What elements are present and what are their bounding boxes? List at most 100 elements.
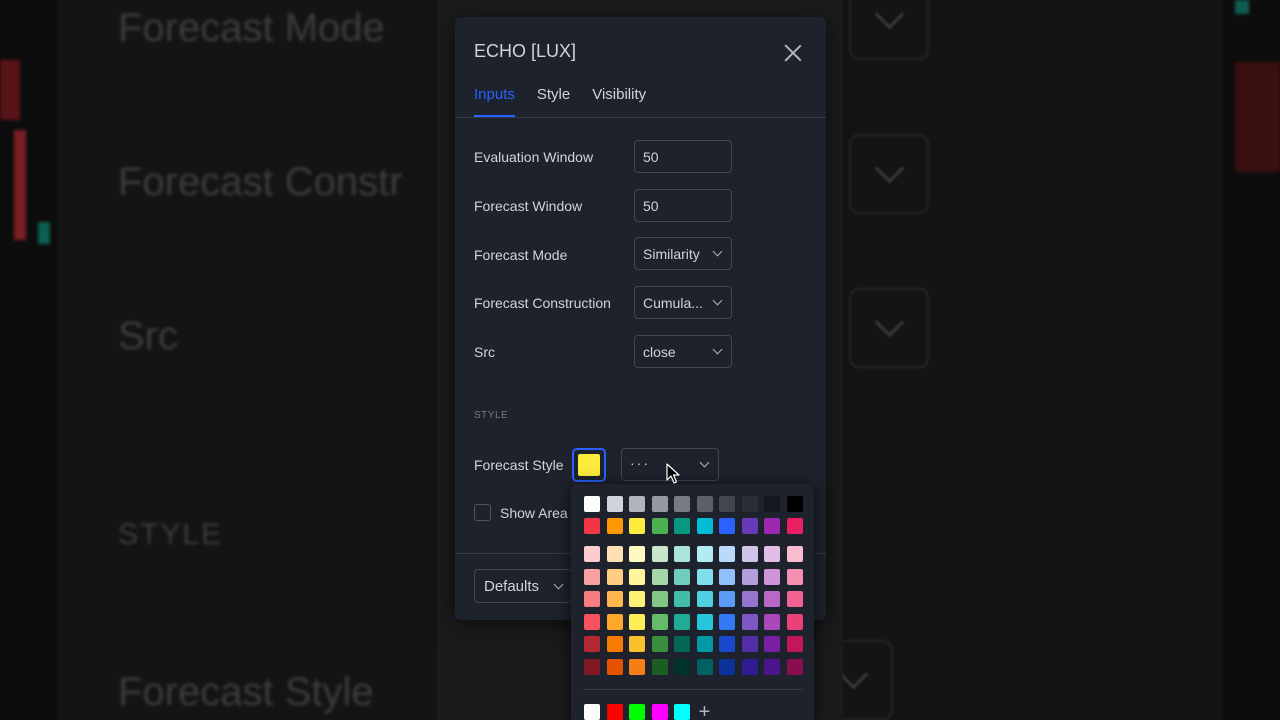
palette-swatch-custom[interactable] — [674, 704, 690, 720]
palette-swatch-shade[interactable] — [606, 613, 623, 630]
forecast-window-input[interactable]: 50 — [634, 189, 732, 222]
palette-swatch-shade[interactable] — [741, 613, 758, 630]
palette-swatch-shade[interactable] — [606, 658, 623, 675]
palette-swatch-shade[interactable] — [584, 568, 600, 585]
palette-swatch-shade[interactable] — [696, 568, 713, 585]
palette-swatch-shade[interactable] — [719, 613, 735, 630]
palette-swatch-primary[interactable] — [674, 518, 690, 534]
palette-swatch-primary[interactable] — [786, 518, 803, 534]
palette-swatch-primary[interactable] — [651, 518, 668, 534]
evaluation-window-input[interactable]: 50 — [634, 140, 732, 173]
palette-swatch-shade[interactable] — [786, 568, 803, 585]
palette-swatch-primary[interactable] — [629, 518, 645, 534]
palette-swatch-shade[interactable] — [764, 658, 780, 675]
palette-swatch-shade[interactable] — [674, 636, 690, 652]
palette-swatch-primary[interactable] — [741, 518, 758, 534]
palette-swatch-shade[interactable] — [651, 613, 668, 630]
palette-swatch-primary[interactable] — [719, 518, 735, 534]
palette-swatch-shade[interactable] — [584, 636, 600, 652]
palette-swatch-shade[interactable] — [606, 568, 623, 585]
palette-swatch-gray[interactable] — [584, 496, 600, 512]
palette-swatch-gray[interactable] — [786, 496, 803, 512]
palette-swatch-gray[interactable] — [719, 496, 735, 512]
palette-swatch-shade[interactable] — [629, 613, 645, 630]
close-icon[interactable] — [781, 41, 805, 65]
palette-swatch-shade[interactable] — [696, 658, 713, 675]
palette-swatch-shade[interactable] — [606, 591, 623, 607]
style-section-heading: STYLE — [474, 410, 509, 421]
palette-swatch-shade[interactable] — [651, 591, 668, 607]
palette-swatch-shade[interactable] — [629, 658, 645, 675]
palette-swatch-primary[interactable] — [696, 518, 713, 534]
tab-style[interactable]: Style — [537, 86, 570, 117]
palette-swatch-shade[interactable] — [651, 568, 668, 585]
palette-swatch-shade[interactable] — [606, 636, 623, 652]
palette-swatch-shade[interactable] — [786, 546, 803, 562]
src-select[interactable]: close — [634, 335, 732, 368]
palette-swatch-shade[interactable] — [741, 658, 758, 675]
palette-swatch-gray[interactable] — [651, 496, 668, 512]
palette-swatch-shade[interactable] — [651, 636, 668, 652]
palette-swatch-gray[interactable] — [696, 496, 713, 512]
palette-swatch-shade[interactable] — [741, 546, 758, 562]
palette-swatch-shade[interactable] — [674, 658, 690, 675]
palette-swatch-primary[interactable] — [606, 518, 623, 534]
palette-swatch-shade[interactable] — [584, 546, 600, 562]
palette-swatch-shade[interactable] — [719, 546, 735, 562]
palette-swatch-shade[interactable] — [629, 568, 645, 585]
palette-swatch-custom[interactable] — [584, 704, 600, 720]
palette-swatch-shade[interactable] — [696, 613, 713, 630]
palette-swatch-shade[interactable] — [651, 658, 668, 675]
forecast-color-button[interactable] — [572, 448, 606, 482]
tab-visibility[interactable]: Visibility — [592, 86, 646, 117]
palette-swatch-shade[interactable] — [696, 546, 713, 562]
palette-swatch-shade[interactable] — [741, 591, 758, 607]
palette-swatch-shade[interactable] — [584, 591, 600, 607]
palette-swatch-gray[interactable] — [764, 496, 780, 512]
palette-swatch-shade[interactable] — [741, 568, 758, 585]
palette-swatch-shade[interactable] — [696, 591, 713, 607]
palette-swatch-primary[interactable] — [764, 518, 780, 534]
palette-swatch-shade[interactable] — [719, 636, 735, 652]
palette-swatch-shade[interactable] — [584, 658, 600, 675]
palette-swatch-shade[interactable] — [674, 613, 690, 630]
palette-swatch-shade[interactable] — [719, 568, 735, 585]
palette-swatch-custom[interactable] — [606, 704, 623, 720]
palette-swatch-shade[interactable] — [764, 613, 780, 630]
palette-swatch-shade[interactable] — [719, 591, 735, 607]
palette-swatch-shade[interactable] — [786, 658, 803, 675]
palette-swatch-shade[interactable] — [674, 546, 690, 562]
palette-swatch-shade[interactable] — [741, 636, 758, 652]
palette-swatch-custom[interactable] — [651, 704, 668, 720]
palette-swatch-shade[interactable] — [629, 546, 645, 562]
tab-bar: Inputs Style Visibility — [474, 86, 668, 117]
palette-swatch-shade[interactable] — [764, 568, 780, 585]
palette-swatch-shade[interactable] — [584, 613, 600, 630]
palette-swatch-shade[interactable] — [651, 546, 668, 562]
palette-swatch-gray[interactable] — [606, 496, 623, 512]
palette-swatch-shade[interactable] — [764, 546, 780, 562]
palette-swatch-shade[interactable] — [674, 591, 690, 607]
palette-swatch-shade[interactable] — [674, 568, 690, 585]
tab-inputs[interactable]: Inputs — [474, 86, 515, 117]
palette-swatch-shade[interactable] — [764, 591, 780, 607]
palette-swatch-shade[interactable] — [696, 636, 713, 652]
palette-swatch-primary[interactable] — [584, 518, 600, 534]
forecast-construction-select[interactable]: Cumula... — [634, 286, 732, 319]
defaults-button[interactable]: Defaults — [474, 569, 572, 603]
palette-swatch-shade[interactable] — [629, 636, 645, 652]
palette-swatch-shade[interactable] — [786, 613, 803, 630]
palette-swatch-gray[interactable] — [629, 496, 645, 512]
add-custom-color-icon[interactable]: + — [697, 702, 713, 720]
show-area-checkbox[interactable] — [474, 504, 491, 521]
palette-swatch-shade[interactable] — [719, 658, 735, 675]
palette-swatch-shade[interactable] — [606, 546, 623, 562]
palette-swatch-shade[interactable] — [786, 636, 803, 652]
palette-swatch-shade[interactable] — [629, 591, 645, 607]
palette-swatch-gray[interactable] — [674, 496, 690, 512]
palette-swatch-custom[interactable] — [629, 704, 645, 720]
palette-swatch-gray[interactable] — [741, 496, 758, 512]
forecast-mode-select[interactable]: Similarity — [634, 237, 732, 270]
palette-swatch-shade[interactable] — [764, 636, 780, 652]
palette-swatch-shade[interactable] — [786, 591, 803, 607]
